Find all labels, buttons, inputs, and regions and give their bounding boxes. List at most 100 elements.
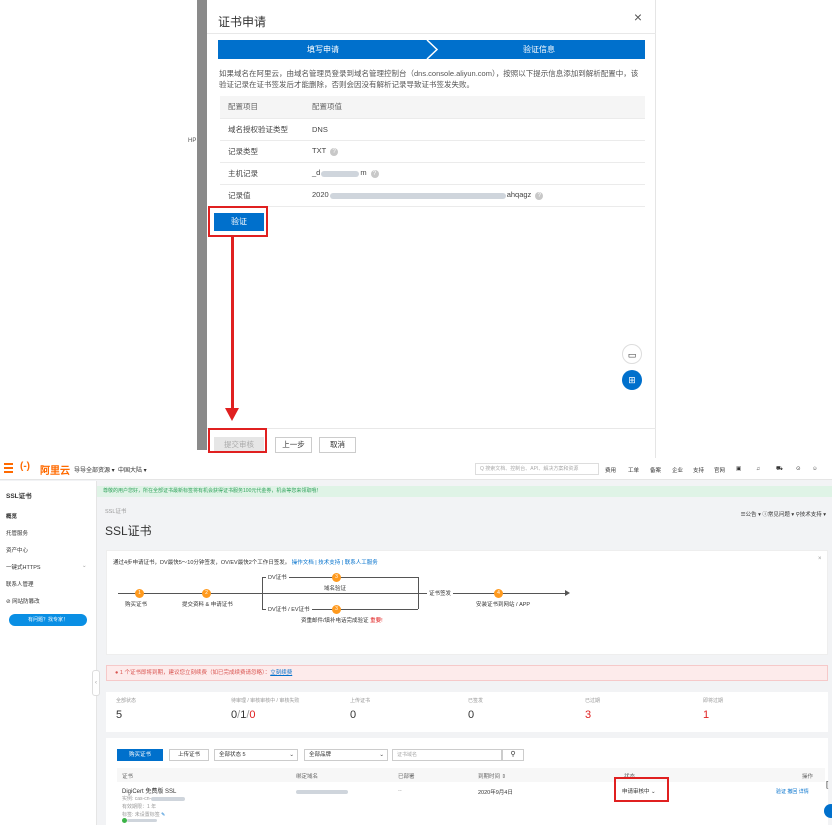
aliyun-logo-icon[interactable]: (-) [20, 461, 30, 472]
sidebar-item-overview[interactable]: 概览 [6, 512, 17, 520]
flow-important: 重要! [370, 618, 383, 624]
terminal-icon[interactable]: ▣ [736, 466, 741, 472]
logo-text[interactable]: 阿里云 [40, 462, 70, 477]
redacted-text [151, 796, 186, 801]
buy-certificate-button[interactable]: 购买证书 [117, 749, 163, 761]
flow-intro: 通过4步申请证书，DV最快5～10分钟签发，OV/EV最快2个工作日签发。 操作… [113, 558, 378, 566]
stat-pending[interactable]: 待审理 / 审核审核中 / 审核失败 0/1/0 [231, 697, 299, 721]
flow-intro-links[interactable]: 操作文档 | 技术支持 | 联系人工服务 [292, 560, 378, 566]
help-circle-icon[interactable]: ⊙ [796, 466, 801, 472]
stat-label: 已过期 [585, 698, 601, 704]
flow-branch-ov: DV证书 / EV证书 [266, 605, 312, 613]
cart-icon[interactable]: ⛟ [776, 466, 783, 473]
sidebar-item-managed-service[interactable]: 托管服务 [6, 529, 28, 537]
sidebar-item-tamper[interactable]: ⊘ 网站防篡改 [6, 597, 40, 605]
previous-step-button[interactable]: 上一步 [275, 437, 312, 453]
stat-uploaded[interactable]: 上传证书 0 [350, 697, 370, 721]
help-icon[interactable]: ? [330, 147, 339, 156]
certificate-search-input[interactable]: 证书域名 [392, 749, 502, 761]
progress-indicator [122, 818, 157, 824]
highlight-box-verify [208, 206, 268, 237]
row-value-cell: _d m? [312, 162, 645, 185]
table-row: 域名授权验证类型 DNS [220, 118, 645, 141]
stat-label: 即将过期 [703, 698, 724, 704]
th-certificate: 证书 [122, 774, 134, 780]
menu-icon[interactable] [4, 463, 13, 473]
topbar-link-home[interactable]: 官网 [714, 466, 725, 474]
row-key: 主机记录 [220, 162, 312, 185]
apps-icon[interactable]: ⊞ [622, 370, 642, 390]
stat-issued[interactable]: 已签发 0 [468, 697, 483, 721]
side-panel-edge[interactable]: [ [826, 780, 828, 789]
flow-step-3a: 3 [332, 573, 341, 582]
flow-label-install: 安装证书到网站 / APP [476, 602, 531, 608]
cancel-button[interactable]: 取消 [319, 437, 356, 453]
divider [207, 428, 656, 429]
resources-dropdown[interactable]: 导导全部资源 ▾ [74, 465, 115, 474]
edit-icon[interactable]: ✎ [161, 812, 165, 818]
sidebar-item-contacts[interactable]: 联系人管理 [6, 580, 34, 588]
sidebar-item-https[interactable]: 一键式HTTPS [6, 563, 41, 571]
region-dropdown[interactable]: 中国大陆 ▾ [118, 465, 147, 474]
stat-value: 0 [468, 709, 475, 721]
chevron-down-icon: ⌄ [289, 752, 294, 758]
stat-expiring[interactable]: 即将过期 1 [703, 697, 723, 721]
help-icon[interactable]: ? [535, 191, 544, 200]
stat-all[interactable]: 全部状态 5 [116, 697, 136, 721]
alert-text: 1 个证书即将到期，建议您立刻续费（如已完成续费请忽略）： [119, 670, 271, 676]
table-row: 记录类型 TXT? [220, 140, 645, 163]
flow-step-2: 2 [202, 589, 211, 598]
chevron-down-icon: ⌄ [379, 752, 384, 758]
close-icon[interactable]: × [631, 10, 645, 24]
cert-name[interactable]: DigiCert 免费版 SSL [122, 786, 176, 795]
topbar-link-icp[interactable]: 备案 [650, 466, 661, 474]
brand-filter-select[interactable]: 全部品牌 ⌄ [304, 749, 388, 761]
ask-expert-button[interactable]: 有问题？找专家！ [9, 614, 87, 626]
header-links[interactable]: ☰公告 ▾ ⓘ常见问题 ▾ ⚲技术支持 ▾ [741, 510, 826, 518]
row-value: 2020 [312, 190, 329, 200]
redacted-text [321, 170, 360, 177]
renew-link[interactable]: 立刻续费 [270, 670, 292, 676]
user-avatar-icon[interactable]: ☺ [812, 466, 818, 472]
chat-icon[interactable]: ▭ [622, 344, 642, 364]
dns-instructions: 如果域名在阿里云，由域名管理员登录到域名管理控制台（dns.console.al… [219, 69, 639, 89]
redacted-text [296, 789, 348, 794]
stat-expired[interactable]: 已过期 3 [585, 697, 600, 721]
help-icon[interactable]: ? [370, 169, 379, 178]
th-deployed: 已部署 [398, 774, 415, 780]
arrow-down-icon [225, 408, 239, 421]
stat-value: 0 [350, 709, 357, 721]
page-scrollbar[interactable] [197, 0, 207, 450]
row-value-tail: ahqagz [506, 190, 532, 200]
topbar-link-enterprise[interactable]: 企业 [672, 466, 683, 474]
stat-value: 5 [116, 709, 123, 721]
expiry-alert: ● 1 个证书即将到期，建议您立刻续费（如已完成续费请忽略）：立刻续费 [106, 665, 828, 681]
header-config-item: 配置项目 [220, 96, 312, 119]
th-expiry[interactable]: 到期时间 ⇕ [478, 772, 506, 780]
search-icon[interactable]: ⚲ [502, 749, 524, 761]
row-key: 域名授权验证类型 [220, 118, 312, 141]
sidebar-collapse-handle[interactable]: ‹ [92, 670, 100, 696]
flow-connector [262, 577, 263, 609]
sidebar-item-assets[interactable]: 资产中心 [6, 546, 28, 554]
status-filter-select[interactable]: 全部状态 5 ⌄ [214, 749, 298, 761]
flow-label-submit: 提交资料 & 申请证书 [182, 602, 233, 608]
upload-certificate-button[interactable]: 上传证书 [169, 749, 209, 761]
flow-signed: 证书签发 [427, 589, 454, 597]
bell-icon[interactable]: ♫ [756, 466, 760, 472]
topbar-link-support[interactable]: 支持 [693, 466, 704, 474]
assistant-icon[interactable] [824, 804, 832, 818]
close-icon[interactable]: × [818, 556, 822, 562]
row-actions[interactable]: 验证 撤回 详情 [776, 788, 809, 795]
row-key: 记录类型 [220, 140, 312, 163]
breadcrumb[interactable]: SSL证书 [105, 507, 126, 515]
deployed-value: -- [398, 788, 402, 794]
row-value: _d [312, 168, 321, 178]
topbar-link-billing[interactable]: 费用 [605, 466, 616, 474]
global-search-input[interactable]: Q 搜索文档、控制台、API、解决方案和资源 [475, 463, 599, 475]
row-value: TXT [312, 146, 327, 156]
stat-label: 全部状态 [116, 698, 137, 704]
topbar-link-ticket[interactable]: 工单 [628, 466, 639, 474]
chevron-down-icon[interactable]: ⌄ [82, 563, 87, 569]
page-title: SSL证书 [105, 524, 152, 538]
